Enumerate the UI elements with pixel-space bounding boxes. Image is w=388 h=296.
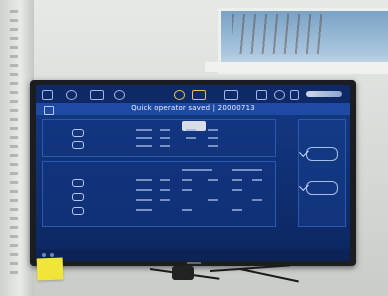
front-axle-panel bbox=[42, 119, 276, 157]
side-gauge-panel bbox=[298, 119, 346, 227]
monitor-logo bbox=[187, 262, 201, 264]
globe-icon[interactable] bbox=[114, 90, 125, 100]
monitor-screen: Quick operator saved | 20000713 bbox=[36, 85, 350, 261]
table-cell bbox=[186, 129, 196, 131]
target-icon[interactable] bbox=[174, 90, 185, 100]
table-cell bbox=[160, 137, 170, 139]
car-icon bbox=[72, 207, 84, 215]
gauge-icon bbox=[306, 147, 338, 161]
table-cell bbox=[182, 189, 192, 191]
table-cell bbox=[182, 169, 212, 171]
window-frame bbox=[205, 62, 388, 72]
table-cell bbox=[160, 179, 170, 181]
wheel-icon[interactable] bbox=[66, 90, 77, 100]
status-dot bbox=[50, 253, 54, 257]
table-cell bbox=[232, 189, 242, 191]
table-cell bbox=[208, 145, 218, 147]
table-cell bbox=[232, 179, 242, 181]
printer-icon[interactable] bbox=[224, 90, 238, 100]
toolbar bbox=[36, 85, 350, 103]
table-cell bbox=[136, 209, 152, 211]
table-cell bbox=[136, 179, 152, 181]
car-icon[interactable] bbox=[90, 90, 104, 100]
table-cell bbox=[136, 145, 152, 147]
brand-logo bbox=[306, 91, 342, 97]
screen-title: Quick operator saved | 20000713 bbox=[131, 104, 255, 112]
car-icon bbox=[72, 141, 84, 149]
table-cell bbox=[160, 145, 170, 147]
table-cell bbox=[252, 179, 262, 181]
tree-branches bbox=[232, 14, 322, 54]
home-icon[interactable] bbox=[44, 106, 54, 115]
table-cell bbox=[136, 199, 152, 201]
car-icon bbox=[72, 193, 84, 201]
car-icon bbox=[72, 179, 84, 187]
menu-icon[interactable] bbox=[42, 90, 53, 100]
table-cell bbox=[232, 209, 242, 211]
table-cell bbox=[160, 129, 170, 131]
table-cell bbox=[160, 189, 170, 191]
info-icon[interactable] bbox=[274, 90, 285, 100]
table-cell bbox=[182, 209, 192, 211]
sticky-note bbox=[36, 257, 64, 281]
gauge-icon bbox=[306, 181, 338, 195]
photo-scene: Quick operator saved | 20000713 bbox=[0, 0, 388, 296]
table-cell bbox=[136, 137, 152, 139]
title-bar: Quick operator saved | 20000713 bbox=[36, 103, 350, 115]
table-cell bbox=[232, 169, 262, 171]
alignment-icon[interactable] bbox=[192, 90, 206, 100]
car-icon bbox=[72, 129, 84, 137]
table-cell bbox=[208, 199, 218, 201]
table-cell bbox=[208, 137, 218, 139]
table-cell bbox=[160, 199, 170, 201]
table-cell bbox=[136, 129, 152, 131]
table-cell bbox=[208, 129, 218, 131]
shelf-holes bbox=[10, 10, 18, 280]
table-cell bbox=[182, 179, 192, 181]
save-icon[interactable] bbox=[256, 90, 267, 100]
table-cell bbox=[136, 189, 152, 191]
status-dot bbox=[42, 253, 46, 257]
status-bar bbox=[36, 249, 350, 261]
table-cell bbox=[186, 137, 196, 139]
table-cell bbox=[208, 179, 218, 181]
remote-device bbox=[172, 266, 194, 280]
table-cell bbox=[252, 199, 262, 201]
trash-icon[interactable] bbox=[290, 90, 299, 100]
